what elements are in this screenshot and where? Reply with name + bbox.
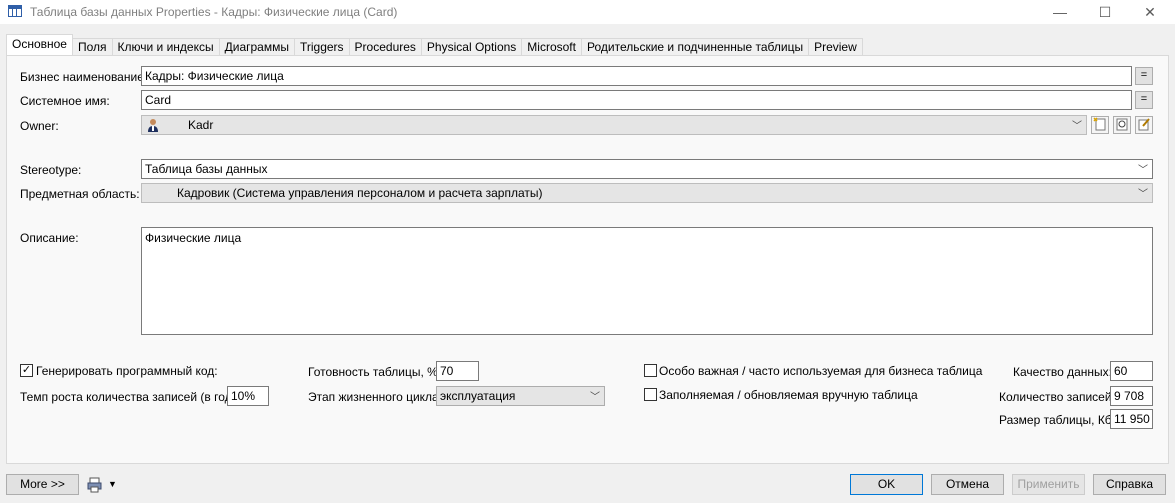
chevron-down-icon: ﹀	[1138, 189, 1148, 200]
manual-table-checkbox[interactable]	[644, 388, 657, 401]
apply-button[interactable]: Применить	[1012, 474, 1085, 495]
subject-area-select[interactable]: Кадровик (Система управления персоналом …	[141, 183, 1153, 203]
business-name-input[interactable]: Кадры: Физические лица	[141, 66, 1132, 86]
edit-owner-icon[interactable]	[1135, 116, 1153, 134]
business-name-eq-button[interactable]: =	[1135, 67, 1153, 85]
chevron-down-icon: ﹀	[1138, 165, 1148, 176]
tab-microsoft[interactable]: Microsoft	[521, 38, 582, 55]
owner-value: Kadr	[188, 118, 214, 132]
tab-fields[interactable]: Поля	[71, 38, 113, 55]
user-icon	[147, 118, 159, 132]
generate-code-checkbox[interactable]: ✓	[20, 364, 33, 377]
tab-triggers[interactable]: Triggers	[293, 38, 350, 55]
tab-procedures[interactable]: Procedures	[348, 38, 422, 55]
description-label: Описание:	[20, 231, 79, 245]
tab-strip: Основное Поля Ключи и индексы Диаграммы …	[6, 34, 863, 55]
tab-general[interactable]: Основное	[6, 34, 73, 55]
tab-preview[interactable]: Preview	[808, 38, 863, 55]
maximize-button[interactable]: ☐	[1082, 0, 1128, 24]
printer-icon	[87, 477, 103, 496]
close-button[interactable]: ✕	[1127, 0, 1173, 24]
print-dropdown-button[interactable]: ▼	[87, 477, 117, 493]
record-count-input[interactable]: 9 708	[1110, 386, 1153, 406]
record-count-label: Количество записей:	[999, 390, 1115, 404]
title-bar: Таблица базы данных Properties - Кадры: …	[0, 0, 1175, 24]
data-quality-label: Качество данных:	[1013, 365, 1112, 379]
owner-select[interactable]: Kadr ﹀	[141, 115, 1087, 135]
table-size-label: Размер таблицы, Кб:	[999, 413, 1116, 427]
stereotype-value: Таблица базы данных	[145, 162, 268, 176]
lifecycle-select[interactable]: эксплуатация ﹀	[436, 386, 605, 406]
new-owner-icon[interactable]	[1091, 116, 1109, 134]
description-textarea[interactable]: Физические лица	[141, 227, 1153, 335]
table-size-input[interactable]: 11 950	[1110, 409, 1153, 429]
minimize-button[interactable]: —	[1037, 0, 1083, 24]
growth-rate-label: Темп роста количества записей (в год):	[20, 390, 239, 404]
system-name-label: Системное имя:	[20, 94, 110, 108]
table-icon	[8, 5, 22, 17]
readiness-input[interactable]: 70	[436, 361, 479, 381]
ok-button[interactable]: OK	[850, 474, 923, 495]
tab-diagrams[interactable]: Диаграммы	[218, 38, 295, 55]
subject-area-value: Кадровик (Система управления персоналом …	[177, 186, 543, 200]
help-button[interactable]: Справка	[1093, 474, 1166, 495]
subject-area-label: Предметная область:	[20, 187, 140, 201]
stereotype-select[interactable]: Таблица базы данных ﹀	[141, 159, 1153, 179]
generate-code-label: Генерировать программный код:	[36, 364, 218, 378]
manual-table-label: Заполняемая / обновляемая вручную таблиц…	[659, 388, 918, 402]
chevron-down-icon: ﹀	[1072, 121, 1082, 132]
chevron-down-icon: ﹀	[590, 392, 600, 403]
tab-keys-indexes[interactable]: Ключи и индексы	[111, 38, 220, 55]
data-quality-input[interactable]: 60	[1110, 361, 1153, 381]
readiness-label: Готовность таблицы, %:	[308, 365, 442, 379]
owner-label: Owner:	[20, 119, 59, 133]
system-name-eq-button[interactable]: =	[1135, 91, 1153, 109]
cancel-button[interactable]: Отмена	[931, 474, 1004, 495]
important-table-label: Особо важная / часто используемая для би…	[659, 364, 983, 378]
more-button[interactable]: More >>	[6, 474, 79, 495]
stereotype-label: Stereotype:	[20, 163, 82, 177]
caret-down-icon: ▼	[108, 479, 117, 489]
business-name-label: Бизнес наименование:	[20, 70, 148, 84]
view-owner-icon[interactable]	[1113, 116, 1131, 134]
window-title: Таблица базы данных Properties - Кадры: …	[30, 5, 398, 19]
important-table-checkbox[interactable]	[644, 364, 657, 377]
system-name-input[interactable]: Card	[141, 90, 1132, 110]
growth-rate-input[interactable]: 10%	[227, 386, 269, 406]
lifecycle-value: эксплуатация	[440, 389, 516, 403]
lifecycle-label: Этап жизненного цикла:	[308, 390, 443, 404]
tab-physical-options[interactable]: Physical Options	[420, 38, 523, 55]
tab-parent-child-tables[interactable]: Родительские и подчиненные таблицы	[580, 38, 810, 55]
